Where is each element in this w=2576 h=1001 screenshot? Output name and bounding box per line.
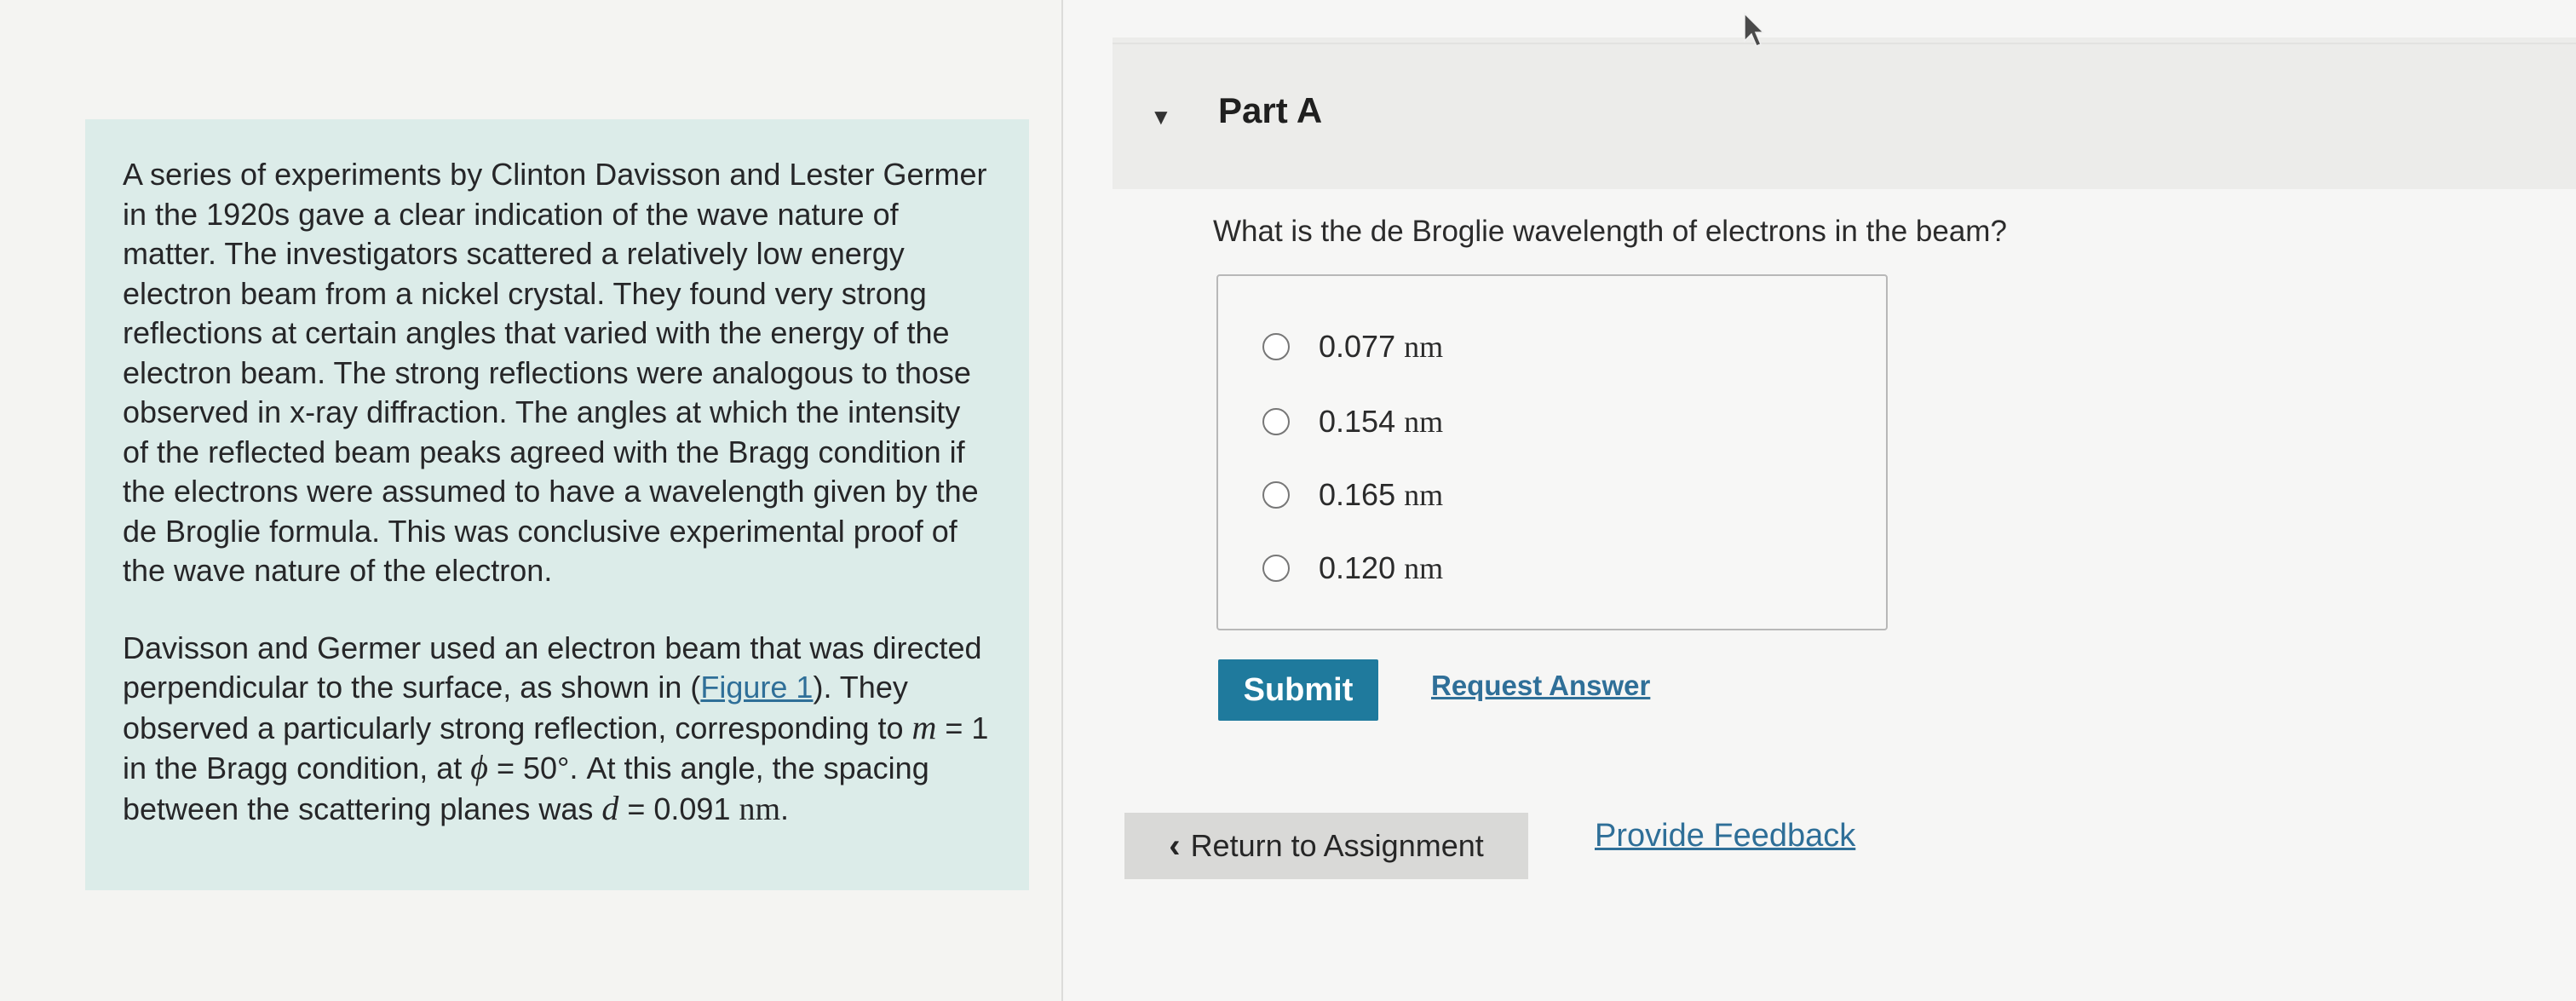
context-paragraph-2: Davisson and Germer used an electron bea…: [123, 629, 992, 830]
context-text: .: [780, 791, 790, 826]
answer-choices: 0.077 nm 0.154 nm 0.165 nm 0.120 nm: [1216, 274, 1888, 630]
phi-variable: ϕ: [470, 748, 488, 786]
chevron-left-icon: ‹: [1169, 826, 1181, 865]
return-label: Return to Assignment: [1190, 828, 1484, 863]
choice-0165[interactable]: 0.165 nm: [1262, 477, 1443, 513]
return-to-assignment-button[interactable]: ‹ Return to Assignment: [1124, 813, 1528, 879]
choice-label: 0.077 nm: [1319, 329, 1444, 364]
choice-0120[interactable]: 0.120 nm: [1262, 550, 1443, 586]
choice-0154[interactable]: 0.154 nm: [1262, 404, 1443, 440]
problem-context: A series of experiments by Clinton Davis…: [85, 119, 1029, 890]
context-text: in the Bragg condition, at: [123, 751, 471, 785]
choice-label: 0.120 nm: [1319, 550, 1444, 585]
submit-button[interactable]: Submit: [1218, 659, 1378, 721]
d-variable: d: [601, 788, 619, 827]
choice-0077[interactable]: 0.077 nm: [1262, 329, 1443, 365]
pane-divider: [1061, 0, 1063, 1001]
paren-open: (: [690, 670, 701, 705]
part-title: Part A: [1218, 90, 1323, 130]
provide-feedback-link[interactable]: Provide Feedback: [1595, 818, 1855, 854]
choice-label: 0.154 nm: [1319, 404, 1444, 439]
m-value: = 1: [936, 710, 989, 745]
mouse-cursor-icon: [1744, 12, 1765, 47]
question-text: What is the de Broglie wavelength of ele…: [1213, 215, 2007, 248]
d-value: = 0.091: [618, 791, 739, 826]
radio-button[interactable]: [1262, 555, 1290, 582]
part-header-border: [1113, 43, 2576, 44]
radio-button[interactable]: [1262, 481, 1290, 509]
choice-label: 0.165 nm: [1319, 477, 1444, 512]
part-a-header[interactable]: [1113, 37, 2576, 189]
figure-1-link[interactable]: Figure 1: [700, 670, 813, 705]
radio-button[interactable]: [1262, 333, 1290, 360]
m-variable: m: [911, 707, 937, 746]
d-unit: nm: [739, 791, 781, 827]
collapse-caret-icon[interactable]: ▼: [1150, 104, 1172, 130]
context-paragraph-1: A series of experiments by Clinton Davis…: [123, 157, 987, 588]
phi-value: = 50°: [487, 751, 570, 785]
radio-button[interactable]: [1262, 408, 1290, 435]
request-answer-link[interactable]: Request Answer: [1431, 670, 1650, 702]
